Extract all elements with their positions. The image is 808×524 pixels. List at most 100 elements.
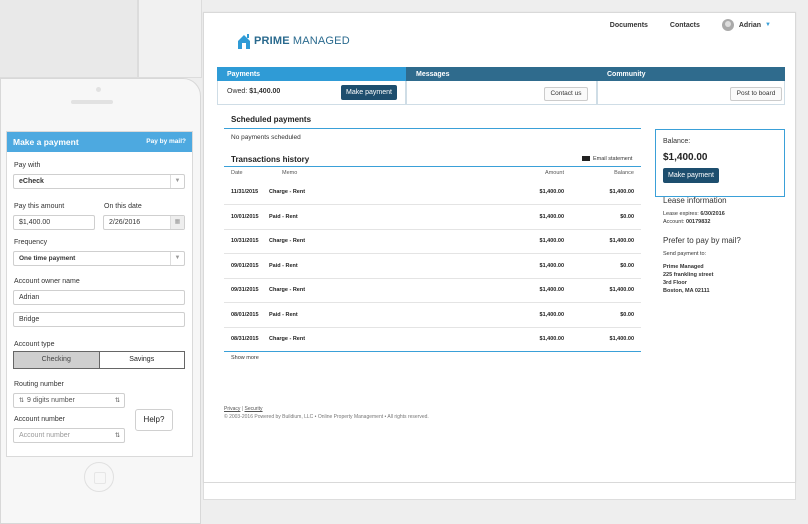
avatar[interactable] — [721, 19, 734, 31]
chevron-down-icon: ▼ — [170, 252, 184, 265]
email-statement-link[interactable]: Email statement — [582, 156, 632, 162]
calendar-icon[interactable]: ▦ — [170, 216, 184, 229]
table-row: 09/31/2015 Charge - Rent $1,400.00 $1,400.0… — [224, 279, 641, 303]
routing-number-field[interactable]: ⇅ 9 digits number ⇅ — [13, 393, 125, 408]
balance-make-payment-button[interactable]: Make payment — [663, 168, 719, 183]
lease-title: Lease information — [663, 196, 727, 205]
copyright-text: © 2003-2016 Powered by Buildium, LLC • O… — [224, 414, 429, 420]
home-button[interactable] — [84, 462, 114, 492]
tab-messages[interactable]: Messages — [406, 67, 597, 81]
pay-with-label: Pay with — [14, 162, 41, 169]
frequency-value: One time payment — [19, 255, 76, 262]
lease-account-value: 00179832 — [685, 219, 711, 225]
divider — [224, 351, 641, 352]
address-line: Prime Managed — [663, 264, 704, 270]
last-name-field[interactable]: Bridge — [13, 312, 185, 327]
col-balance: Balance — [614, 170, 634, 176]
address-line: 3rd Floor — [663, 280, 687, 286]
help-button[interactable]: Help? — [135, 409, 173, 431]
account-number-field[interactable]: Account number ⇅ — [13, 428, 125, 443]
table-row: 10/01/2015 Paid - Rent $1,400.00 $0.00 — [224, 206, 641, 230]
cell-date: 09/01/2015 — [231, 262, 259, 269]
send-payment-to: Send payment to: — [663, 251, 707, 257]
cell-balance: $0.00 — [620, 213, 634, 220]
frequency-label: Frequency — [14, 239, 48, 246]
tab-community[interactable]: Community — [597, 67, 785, 81]
first-name-field[interactable]: Adrian — [13, 290, 185, 305]
cell-memo: Charge - Rent — [269, 238, 306, 244]
cell-memo: Paid - Rent — [269, 311, 298, 318]
brand-logo[interactable]: PRIME MANAGED — [237, 31, 350, 51]
routing-label: Routing number — [14, 381, 64, 388]
community-panel: Post to board — [597, 81, 785, 105]
lease-account-label: Account: — [663, 219, 685, 225]
checking-option[interactable]: Checking — [14, 352, 99, 368]
cell-amount: $1,400.00 — [539, 311, 564, 318]
chevron-down-icon[interactable]: ▼ — [765, 22, 771, 28]
date-value: 2/26/2016 — [109, 219, 141, 226]
divider — [224, 166, 641, 167]
cell-date: 10/31/2015 — [231, 238, 259, 244]
nav-documents-link[interactable]: Documents — [610, 22, 648, 29]
table-row: 09/01/2015 Paid - Rent $1,400.00 $0.00 — [224, 255, 641, 279]
owed-value: $1,400.00 — [249, 88, 281, 95]
date-field[interactable]: 2/26/2016 ▦ — [103, 215, 185, 230]
contact-us-button[interactable]: Contact us — [544, 87, 588, 101]
frequency-select[interactable]: One time payment ▼ — [13, 251, 185, 266]
address-line: Boston, MA 02111 — [663, 288, 710, 294]
routing-placeholder: 9 digits number — [27, 397, 75, 404]
pay-by-mail-link[interactable]: Pay by mail? — [146, 138, 186, 145]
security-link[interactable]: Security — [244, 406, 262, 412]
cell-date: 09/31/2015 — [231, 287, 259, 293]
account-type-toggle: Checking Savings — [13, 351, 185, 369]
email-statement-label: Email statement — [593, 156, 633, 162]
show-more-link[interactable]: Show more — [231, 355, 259, 361]
payment-title: Make a payment — [13, 137, 79, 147]
payments-panel: Owed: $1,400.00 Make payment — [217, 81, 406, 105]
tab-label: Payments — [227, 71, 261, 78]
cell-memo: Paid - Rent — [269, 262, 298, 269]
owner-label: Account owner name — [14, 278, 80, 285]
table-row: 08/31/2015 Charge - Rent $1,400.00 $1,400.0… — [224, 328, 641, 352]
no-payments-text: No payments scheduled — [231, 134, 301, 141]
cell-memo: Charge - Rent — [269, 287, 306, 293]
account-number-label: Account number — [14, 416, 65, 423]
tab-label: Messages — [416, 71, 450, 78]
phone-frame: Make a payment Pay by mail? Pay with eCh… — [0, 78, 201, 524]
cell-amount: $1,400.00 — [539, 238, 564, 244]
footer: Privacy | Security © 2003-2016 Powered b… — [224, 405, 429, 421]
col-date: Date — [231, 170, 243, 176]
make-payment-button[interactable]: Make payment — [341, 85, 397, 100]
cell-amount: $1,400.00 — [539, 213, 564, 220]
cell-amount: $1,400.00 — [539, 189, 564, 195]
amount-label: Pay this amount — [14, 203, 65, 210]
balance-label: Balance: — [663, 138, 691, 145]
cell-amount: $1,400.00 — [539, 262, 564, 269]
privacy-link[interactable]: Privacy — [224, 406, 240, 412]
cell-balance: $1,400.00 — [609, 287, 634, 293]
col-memo: Memo — [282, 170, 298, 176]
cell-memo: Charge - Rent — [269, 336, 306, 342]
balance-value: $1,400.00 — [663, 152, 708, 163]
savings-option[interactable]: Savings — [98, 352, 184, 368]
pay-with-select[interactable]: eCheck ▼ — [13, 174, 185, 189]
first-name-value: Adrian — [19, 294, 40, 301]
transactions-history-title: Transactions history — [231, 155, 310, 164]
lease-expires-value: 6/30/2016 — [700, 211, 725, 217]
post-to-board-button[interactable]: Post to board — [730, 87, 782, 101]
cell-date: 08/01/2015 — [231, 311, 259, 318]
brand-name-light: MANAGED — [292, 35, 350, 47]
amount-field[interactable]: $1,400.00 — [13, 215, 95, 230]
user-name[interactable]: Adrian — [739, 22, 761, 29]
house-icon — [238, 34, 250, 49]
tab-payments[interactable]: Payments — [217, 67, 406, 81]
scheduled-payments-title: Scheduled payments — [231, 115, 312, 124]
owed-summary: Owed: $1,400.00 — [227, 88, 280, 95]
amount-value: $1,400.00 — [19, 219, 51, 226]
nav-contacts-link[interactable]: Contacts — [670, 22, 700, 29]
cell-date: 08/31/2015 — [231, 336, 259, 342]
speaker — [71, 100, 113, 104]
mail-address: Prime Managed 225 frankling street 3rd F… — [663, 263, 713, 295]
last-name-value: Bridge — [19, 316, 40, 323]
cell-amount: $1,400.00 — [539, 287, 564, 293]
